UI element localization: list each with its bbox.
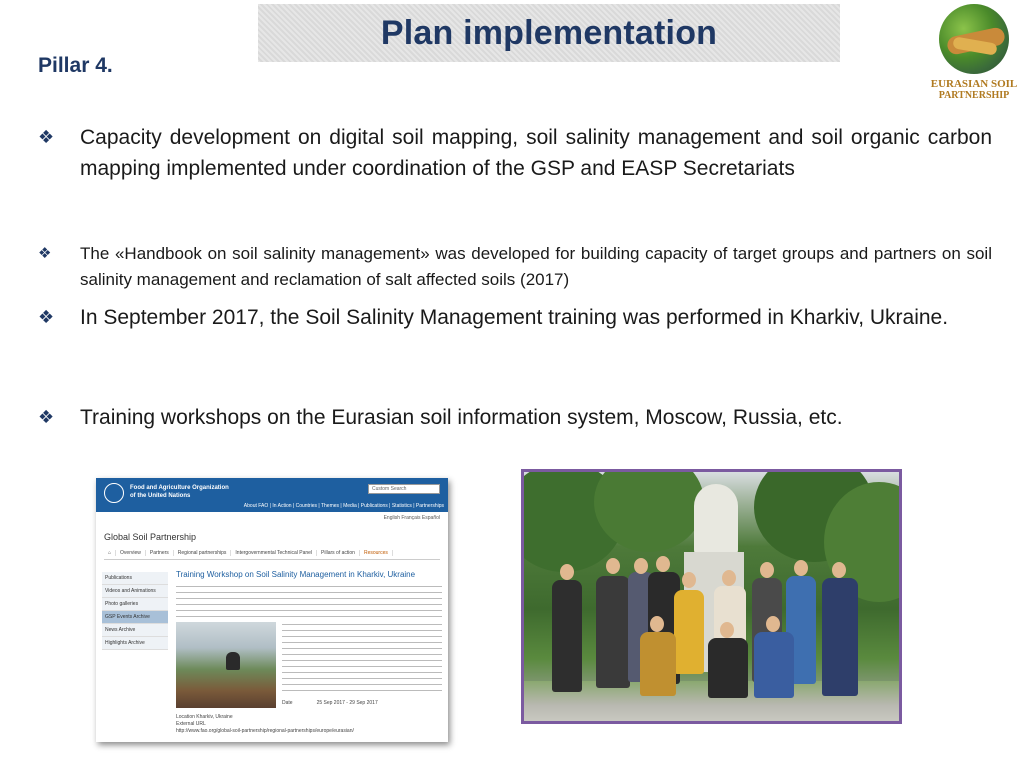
globe-hands-icon — [939, 4, 1009, 74]
website-tab: Regional partnerships — [174, 549, 232, 556]
diamond-bullet-icon: ❖ — [38, 245, 52, 262]
website-tabs: ⌂ Overview Partners Regional partnership… — [104, 546, 440, 560]
bullet-text: Capacity development on digital soil map… — [80, 126, 992, 180]
website-tab: Pillars of action — [317, 549, 360, 556]
website-tab: Intergovernmental Technical Panel — [231, 549, 318, 556]
title-banner: Plan implementation — [258, 4, 840, 62]
website-tab: Partners — [146, 549, 174, 556]
logo-text-line1: EURASIAN SOIL — [930, 78, 1018, 90]
website-tab-active: Resources — [360, 549, 393, 556]
eurasian-soil-partnership-logo: EURASIAN SOIL PARTNERSHIP — [926, 4, 1022, 104]
fao-logo-icon — [104, 483, 124, 503]
diamond-bullet-icon: ❖ — [38, 307, 55, 327]
statue — [694, 484, 738, 556]
website-side-item: News Archive — [102, 624, 168, 637]
bullet-text: In September 2017, the Soil Salinity Man… — [80, 306, 949, 329]
website-side-item: Photo galleries — [102, 598, 168, 611]
home-icon: ⌂ — [104, 549, 117, 556]
website-side-item-active: GSP Events Archive — [102, 611, 168, 624]
website-search-input: Custom Search — [368, 484, 440, 494]
website-org-name: Food and Agriculture Organization of the… — [130, 485, 229, 499]
website-nav: About FAO | In Action | Countries | Them… — [243, 503, 444, 509]
bullet-text: Training workshops on the Eurasian soil … — [80, 406, 843, 429]
website-screenshot: Food and Agriculture Organization of the… — [96, 478, 448, 742]
bullet-text: The «Handbook on soil salinity managemen… — [80, 244, 992, 289]
logo-text-line2: PARTNERSHIP — [938, 90, 1010, 101]
website-header: Food and Agriculture Organization of the… — [96, 478, 448, 512]
diamond-bullet-icon: ❖ — [38, 127, 55, 147]
website-article-title: Training Workshop on Soil Salinity Manag… — [176, 570, 416, 579]
website-event-date: Date 25 Sep 2017 - 29 Sep 2017 — [282, 700, 378, 706]
slide-title: Plan implementation — [380, 13, 718, 52]
website-side-item: Highlights Archive — [102, 637, 168, 650]
website-side-item: Videos and Animations — [102, 585, 168, 598]
website-side-item: Publications — [102, 572, 168, 585]
website-article-text — [282, 622, 442, 694]
pillar-label: Pillar 4. — [38, 54, 113, 77]
website-languages: English Français Español — [383, 515, 440, 521]
website-tab: Overview — [116, 549, 146, 556]
bullet-item: ❖ The «Handbook on soil salinity managem… — [38, 241, 992, 293]
bullet-item: ❖ In September 2017, the Soil Salinity M… — [38, 302, 992, 333]
website-event-location: Location Kharkiv, Ukraine External URL h… — [176, 714, 354, 734]
website-article-text — [176, 584, 442, 620]
website-article-photo — [176, 622, 276, 708]
bullet-item: ❖ Capacity development on digital soil m… — [38, 122, 992, 184]
website-sidebar: Publications Videos and Animations Photo… — [102, 572, 168, 650]
bullet-item: ❖ Training workshops on the Eurasian soi… — [38, 402, 992, 433]
diamond-bullet-icon: ❖ — [38, 407, 55, 427]
website-article: Training Workshop on Soil Salinity Manag… — [176, 570, 442, 734]
website-site-title: Global Soil Partnership — [104, 532, 197, 542]
group-photo — [521, 469, 902, 724]
